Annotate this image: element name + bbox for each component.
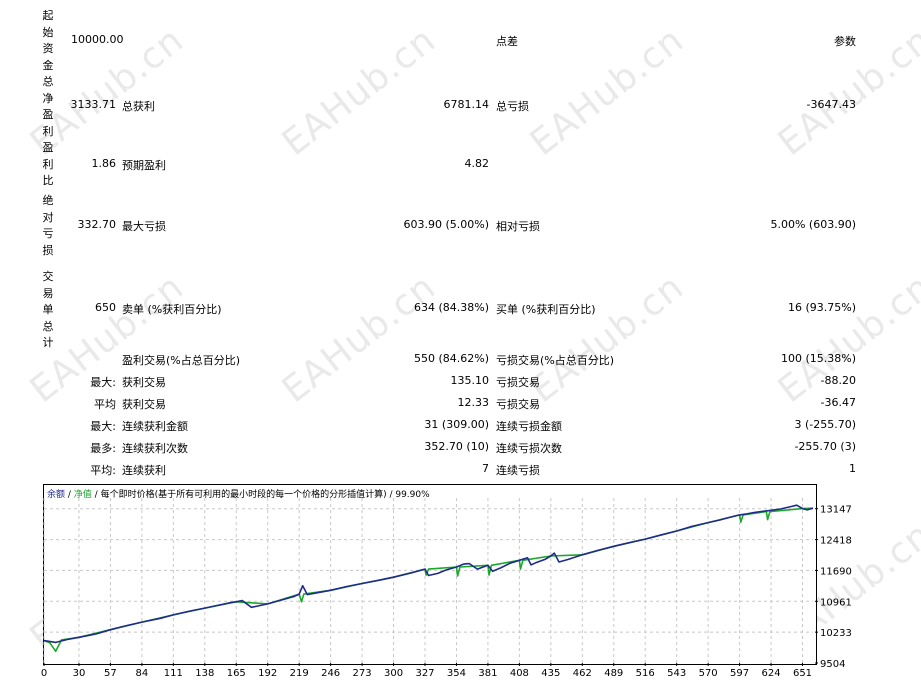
y-tick-label: 10233 bbox=[820, 628, 852, 639]
x-tick-label: 111 bbox=[164, 668, 183, 679]
x-tick-label: 597 bbox=[730, 668, 749, 679]
y-tick-label: 11690 bbox=[820, 566, 852, 577]
x-tick-label: 489 bbox=[604, 668, 623, 679]
x-tick-label: 624 bbox=[762, 668, 781, 679]
x-tick-label: 30 bbox=[73, 668, 86, 679]
x-tick-label: 219 bbox=[290, 668, 309, 679]
x-tick-label: 354 bbox=[447, 668, 466, 679]
x-tick-label: 273 bbox=[353, 668, 372, 679]
x-tick-label: 192 bbox=[258, 668, 277, 679]
chart-canvas: 0 30 57 84 111 138 165 192 219 246 273 300 327 354 381… bbox=[41, 498, 852, 679]
x-tick-label: 57 bbox=[104, 668, 117, 679]
x-tick-label: 84 bbox=[136, 668, 149, 679]
x-tick-label: 246 bbox=[321, 668, 340, 679]
y-tick-label: 13147 bbox=[820, 505, 852, 516]
x-tick-label: 462 bbox=[573, 668, 592, 679]
x-tick-label: 516 bbox=[636, 668, 655, 679]
x-tick-label: 381 bbox=[478, 668, 497, 679]
x-tick-label: 327 bbox=[415, 668, 434, 679]
y-tick-label: 9504 bbox=[820, 659, 845, 670]
y-tick-label: 12418 bbox=[820, 536, 852, 547]
x-tick-label: 570 bbox=[699, 668, 718, 679]
balance-line bbox=[43, 504, 814, 644]
y-tick-label: 10961 bbox=[820, 597, 852, 608]
x-tick-label: 0 bbox=[41, 668, 47, 679]
x-tick-label: 138 bbox=[195, 668, 214, 679]
x-tick-label: 651 bbox=[793, 668, 812, 679]
equity-line bbox=[43, 507, 814, 653]
x-tick-label: 165 bbox=[227, 668, 246, 679]
x-tick-label: 408 bbox=[510, 668, 529, 679]
x-tick-label: 543 bbox=[667, 668, 686, 679]
x-tick-label: 435 bbox=[541, 668, 560, 679]
x-tick-label: 300 bbox=[384, 668, 403, 679]
